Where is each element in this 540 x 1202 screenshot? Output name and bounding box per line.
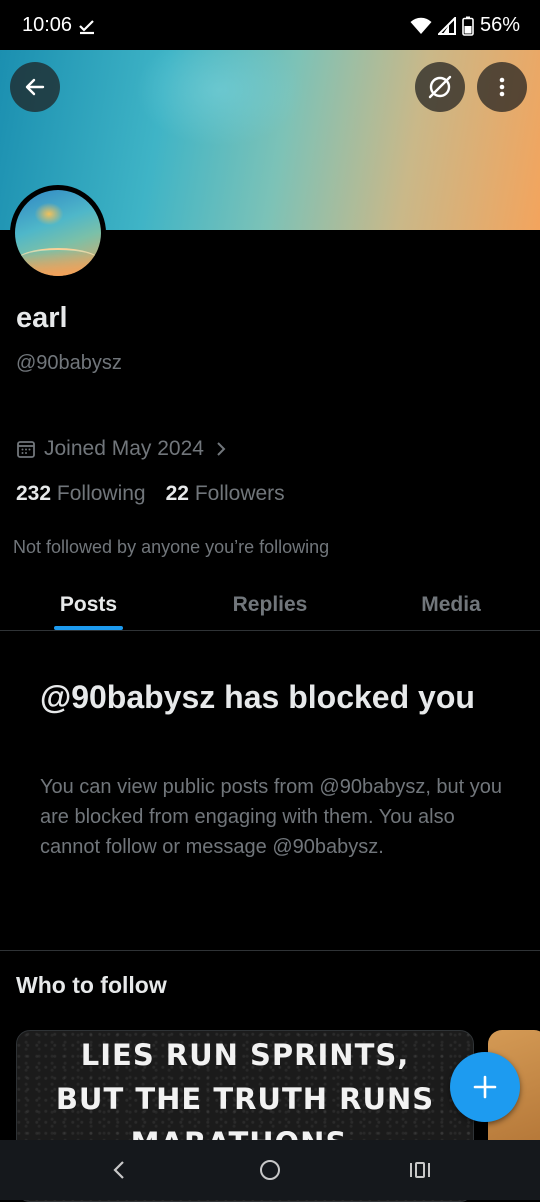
avatar[interactable] [10, 185, 106, 281]
profile-name: earl [16, 302, 68, 334]
following-label: Following [56, 482, 146, 505]
profile-tabs: Posts Replies Media [0, 580, 540, 631]
battery-icon [462, 16, 474, 36]
chevron-left-icon [113, 1161, 124, 1179]
calendar-icon [17, 441, 35, 458]
tab-replies[interactable]: Replies [180, 580, 360, 630]
nav-home-button[interactable] [240, 1140, 300, 1200]
followers-label: Followers [194, 482, 285, 505]
tab-media[interactable]: Media [362, 580, 540, 630]
blocked-title: @90babysz has blocked you [40, 679, 475, 715]
chevron-right-icon [217, 442, 226, 456]
status-indicators: 56% [410, 14, 520, 37]
status-time-group: 10:06 [22, 14, 96, 37]
eye-slash-icon [428, 75, 452, 99]
following-count: 232 [16, 482, 52, 505]
compose-button[interactable] [450, 1052, 520, 1122]
home-circle-icon [260, 1160, 280, 1180]
not-followed-note: Not followed by anyone you’re following [13, 537, 330, 557]
plus-icon [473, 1075, 497, 1099]
card-text-line: LIES RUN SPRINTS, [80, 1038, 410, 1072]
followers-link[interactable]: 22 Followers [166, 482, 285, 506]
nav-back-button[interactable] [90, 1140, 150, 1200]
more-options-button[interactable] [477, 62, 527, 112]
followers-count: 22 [165, 482, 189, 505]
hide-button[interactable] [415, 62, 465, 112]
system-nav-bar [0, 1140, 540, 1200]
section-divider [0, 950, 540, 951]
download-check-icon [79, 19, 95, 34]
who-to-follow-heading: Who to follow [16, 972, 167, 998]
back-button[interactable] [10, 62, 60, 112]
status-bar: 10:06 56% [0, 0, 540, 50]
blocked-body: You can view public posts from @90babysz… [40, 776, 503, 858]
active-tab-indicator [54, 626, 123, 630]
signal-icon [437, 16, 456, 35]
status-time: 10:06 [22, 14, 73, 36]
arrow-left-icon [25, 78, 45, 96]
nav-recents-button[interactable] [390, 1140, 450, 1200]
tab-posts[interactable]: Posts [0, 580, 177, 630]
joined-date-row[interactable]: Joined May 2024 [16, 437, 230, 461]
joined-date: Joined May 2024 [44, 437, 204, 460]
card-text-line: BUT THE TRUTH RUNS [55, 1082, 435, 1116]
avatar-image [15, 190, 101, 276]
recents-icon [410, 1162, 430, 1178]
battery-level: 56% [479, 14, 520, 36]
following-link[interactable]: 232 Following [16, 482, 146, 506]
follow-stats: 232 Following 22 Followers [16, 482, 285, 506]
profile-handle: @90babysz [16, 352, 122, 374]
wifi-icon [410, 17, 432, 34]
more-vertical-icon [499, 77, 505, 97]
